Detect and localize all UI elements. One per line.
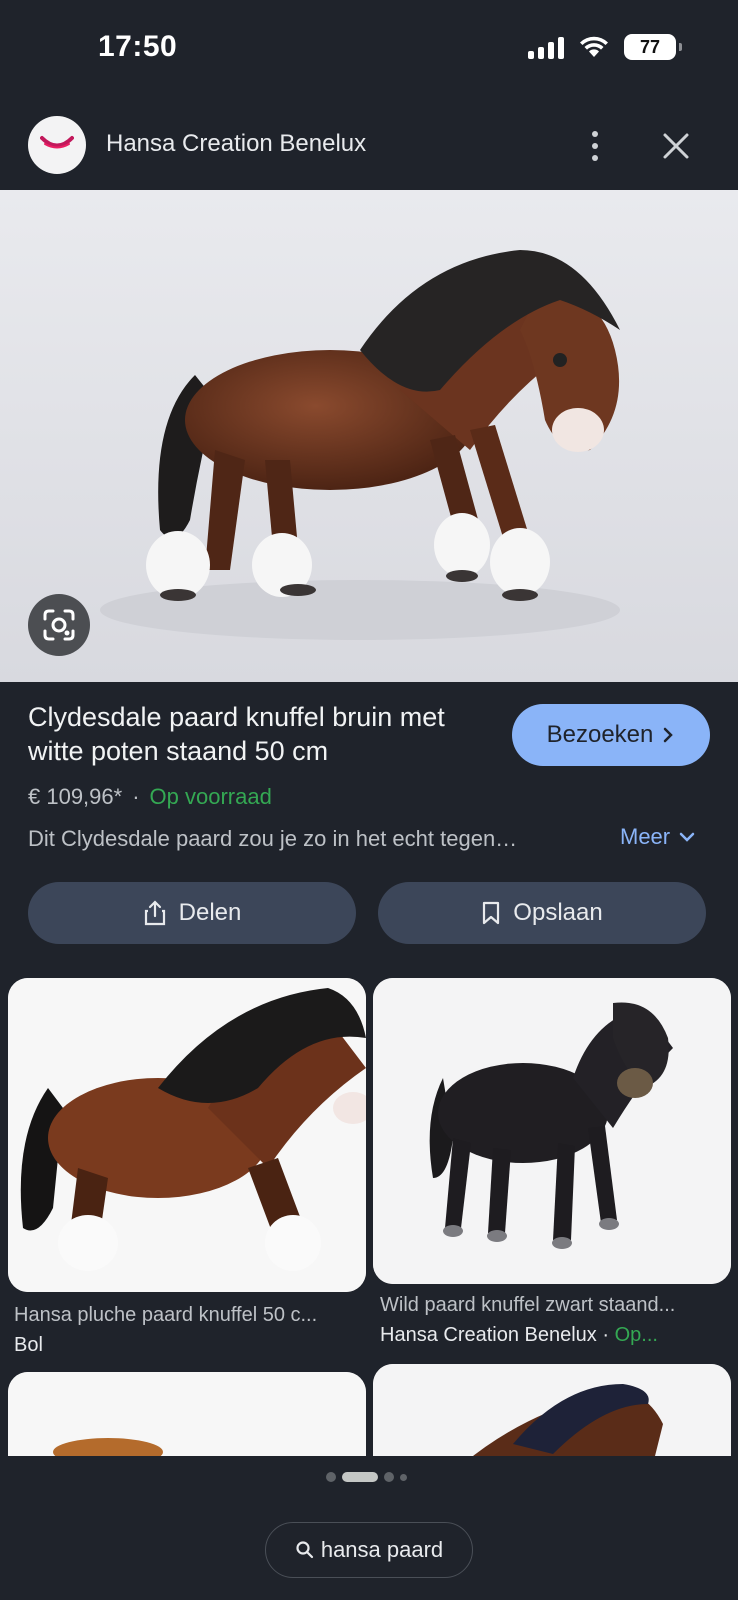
share-icon bbox=[144, 900, 165, 926]
result-caption[interactable]: Hansa pluche paard knuffel 50 c... bbox=[14, 1304, 359, 1327]
close-icon[interactable] bbox=[658, 128, 694, 164]
site-name[interactable]: Hansa Creation Benelux bbox=[106, 130, 366, 158]
share-label: Delen bbox=[178, 899, 242, 926]
page-indicator bbox=[326, 1472, 407, 1482]
lens-search-button[interactable] bbox=[28, 594, 90, 656]
page-dot bbox=[326, 1472, 336, 1482]
visit-label: Bezoeken bbox=[546, 721, 654, 748]
save-label: Opslaan bbox=[513, 899, 603, 926]
price-line: € 109,96* · Op voorraad bbox=[28, 784, 272, 810]
search-icon bbox=[296, 1541, 313, 1559]
stock-status: Op voorraad bbox=[149, 784, 272, 809]
wifi-icon bbox=[580, 36, 608, 57]
cellular-signal-icon bbox=[528, 35, 564, 59]
product-description: Dit Clydesdale paard zou je zo in het ec… bbox=[28, 826, 518, 851]
result-stock: Op... bbox=[614, 1324, 658, 1346]
more-options-icon[interactable] bbox=[580, 126, 610, 166]
share-button[interactable]: Delen bbox=[28, 882, 356, 944]
result-source-line: Hansa Creation Benelux · Op... bbox=[380, 1324, 725, 1347]
result-source: Hansa Creation Benelux bbox=[380, 1324, 597, 1346]
more-button[interactable]: Meer bbox=[620, 824, 696, 850]
separator: · bbox=[132, 784, 140, 809]
result-card-image[interactable] bbox=[8, 978, 366, 1292]
page-dot bbox=[400, 1473, 407, 1481]
more-label: Meer bbox=[620, 824, 671, 849]
brown-horse-image bbox=[8, 978, 366, 1292]
price: € 109,96* bbox=[28, 784, 123, 809]
result-card-image[interactable] bbox=[373, 978, 731, 1284]
search-query: hansa paard bbox=[320, 1537, 444, 1562]
product-image[interactable] bbox=[0, 190, 738, 682]
black-horse-image bbox=[373, 978, 731, 1284]
result-header: Hansa Creation Benelux bbox=[0, 110, 738, 190]
product-title: Clydesdale paard knuffel bruin met witte… bbox=[28, 702, 445, 766]
horse-plush-image bbox=[0, 190, 738, 682]
visit-button[interactable]: Bezoeken bbox=[512, 704, 710, 766]
site-logo[interactable] bbox=[28, 116, 86, 174]
status-time: 17:50 bbox=[98, 30, 178, 63]
search-query-chip[interactable]: hansa paard bbox=[265, 1522, 473, 1578]
chevron-right-icon bbox=[664, 727, 674, 743]
bookmark-icon bbox=[483, 901, 500, 925]
separator: · bbox=[602, 1324, 610, 1346]
battery-icon: 77 bbox=[624, 34, 682, 60]
result-source: Bol bbox=[14, 1334, 43, 1356]
status-icons: 77 bbox=[528, 34, 682, 60]
page-dot-active bbox=[342, 1472, 378, 1482]
chevron-down-icon bbox=[679, 832, 695, 842]
hansa-logo-icon bbox=[40, 136, 74, 149]
result-caption[interactable]: Wild paard knuffel zwart staand... bbox=[380, 1294, 725, 1317]
lens-icon bbox=[43, 609, 75, 641]
save-button[interactable]: Opslaan bbox=[378, 882, 706, 944]
battery-level: 77 bbox=[639, 36, 661, 57]
page-dot bbox=[384, 1472, 394, 1482]
